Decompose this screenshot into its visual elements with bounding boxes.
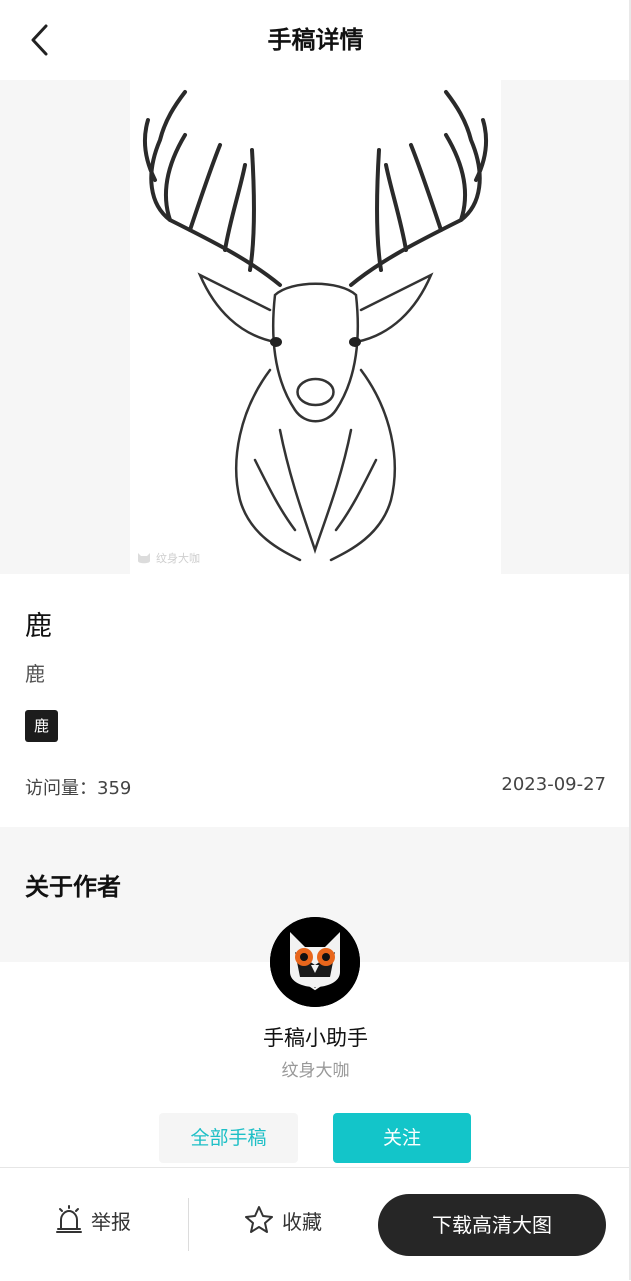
- page-title: 手稿详情: [267, 26, 364, 54]
- author-name[interactable]: 手稿小助手: [0, 1022, 631, 1052]
- download-hd-button[interactable]: 下载高清大图: [378, 1194, 606, 1256]
- artwork-subtitle: 鹿: [25, 662, 45, 686]
- top-bar: 手稿详情: [0, 0, 631, 80]
- artwork-info: 鹿 鹿 鹿 访问量：359 2023-09-27: [0, 574, 631, 827]
- deer-head-illustration: [142, 90, 489, 562]
- bottom-action-bar: 举报 收藏 下载高清大图: [0, 1167, 631, 1281]
- bar-divider: [188, 1198, 189, 1251]
- author-role: 纹身大咖: [281, 1061, 350, 1081]
- artwork-area: 纹身大咖: [0, 80, 631, 574]
- artwork-title: 鹿: [25, 611, 52, 642]
- report-button[interactable]: 举报: [55, 1205, 131, 1235]
- owl-avatar-icon: [270, 917, 360, 1007]
- view-count: 访问量：359: [25, 778, 132, 799]
- report-label: 举报: [91, 1209, 131, 1234]
- star-outline-icon: [245, 1206, 273, 1233]
- favorite-label: 收藏: [282, 1209, 322, 1234]
- author-avatar[interactable]: [270, 917, 360, 1007]
- owl-logo-icon: [138, 553, 150, 564]
- publish-date: 2023-09-27: [501, 774, 606, 795]
- author-section-title: 关于作者: [25, 873, 121, 901]
- favorite-button[interactable]: 收藏: [244, 1205, 322, 1235]
- watermark: 纹身大咖: [136, 550, 200, 566]
- follow-button[interactable]: 关注: [333, 1113, 471, 1163]
- artwork-tag[interactable]: 鹿: [25, 710, 59, 742]
- alarm-icon: [56, 1205, 82, 1233]
- watermark-text: 纹身大咖: [156, 552, 200, 565]
- all-works-button[interactable]: 全部手稿: [159, 1113, 298, 1163]
- artwork-image[interactable]: 纹身大咖: [130, 80, 501, 574]
